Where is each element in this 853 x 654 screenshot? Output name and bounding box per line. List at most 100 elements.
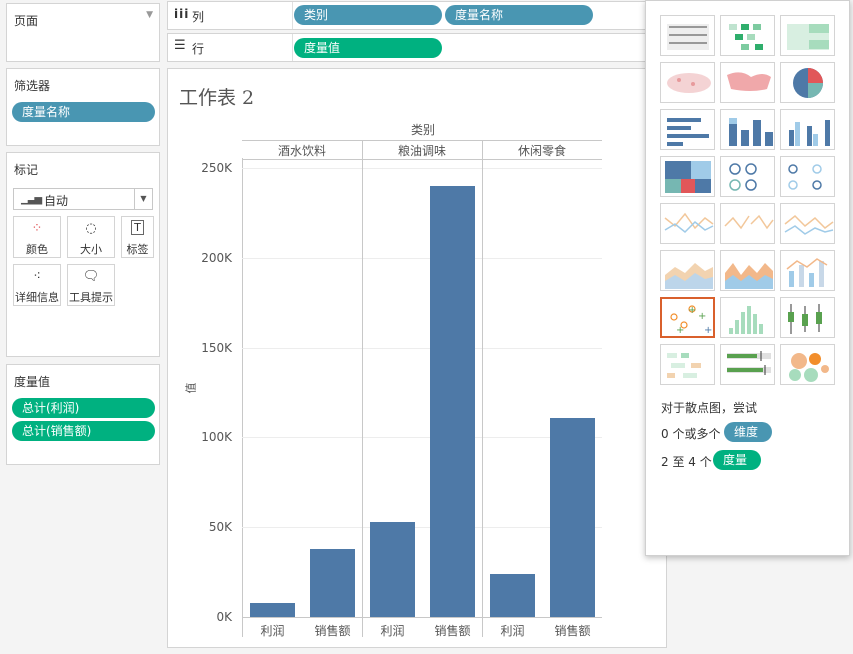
- bar-profit[interactable]: [490, 573, 535, 617]
- pie-chart-icon[interactable]: [780, 62, 835, 103]
- tooltip-label: 工具提示: [69, 291, 113, 304]
- group-header-label: 酒水饮料: [277, 144, 326, 158]
- filters-title: 筛选器: [14, 79, 51, 93]
- histogram-icon[interactable]: [720, 297, 775, 338]
- label-label: 标签: [126, 243, 149, 256]
- show-me-dimensions-text: 0 个或多个: [661, 427, 721, 441]
- color-button[interactable]: ⁘ 颜色: [13, 216, 61, 258]
- bar-sales[interactable]: [430, 185, 475, 617]
- bar-chart-icon: ▁▃▅: [21, 194, 42, 205]
- size-label: 大小: [80, 243, 102, 256]
- header-line: [242, 159, 602, 160]
- side-by-side-circle-icon[interactable]: [780, 156, 835, 197]
- column-header-category: 类别: [411, 123, 436, 137]
- group-separator: [482, 140, 483, 637]
- x-tick-label: 销售额: [314, 624, 351, 638]
- tooltip-icon: 🗨: [82, 269, 100, 284]
- chevron-down-icon[interactable]: ▼: [146, 10, 153, 20]
- x-tick-label: 利润: [260, 624, 285, 638]
- detail-label: 详细信息: [15, 291, 59, 304]
- filters-card: 筛选器 度量名称: [6, 68, 160, 146]
- treemap-icon[interactable]: [660, 156, 715, 197]
- detail-button[interactable]: ⁖ 详细信息: [13, 264, 61, 306]
- area-discrete-icon[interactable]: [720, 250, 775, 291]
- x-tick-label: 利润: [500, 624, 525, 638]
- show-me-dimensions-pill: 维度: [724, 422, 772, 442]
- gridline: [242, 168, 602, 169]
- chevron-down-icon: ▼: [134, 189, 152, 209]
- gridline: [242, 347, 602, 349]
- rows-pill-measure-values[interactable]: 度量值: [294, 38, 442, 58]
- stacked-bar-icon[interactable]: [720, 109, 775, 150]
- color-dots-icon: ⁘: [31, 221, 43, 236]
- gridline: [242, 257, 602, 259]
- horizontal-bar-icon[interactable]: [660, 109, 715, 150]
- show-me-panel: 对于散点图，尝试 0 个或多个 维度 2 至 4 个 度量 + + + +: [645, 0, 850, 556]
- show-me-measures-pill: 度量: [713, 450, 761, 470]
- svg-text:+: +: [676, 325, 684, 336]
- rows-icon: ☰: [174, 38, 186, 53]
- mark-type-value: 自动: [44, 194, 69, 208]
- svg-text:+: +: [704, 325, 712, 336]
- y-axis-line: [242, 158, 243, 637]
- heat-map-icon[interactable]: [720, 15, 775, 56]
- color-label: 颜色: [26, 243, 48, 256]
- bar-chart: 类别 值 0K 50K 100K 150K 200K 250K 酒水饮料 利润 销售额 粮油调味利…: [167, 68, 647, 648]
- group-header-label: 粮油调味: [397, 144, 446, 158]
- y-axis-label: 值: [184, 382, 198, 394]
- bar-sales[interactable]: [550, 417, 595, 617]
- scatter-plot-icon[interactable]: + + + +: [660, 297, 715, 338]
- x-tick-label: 利润: [380, 624, 405, 638]
- circle-view-icon[interactable]: [720, 156, 775, 197]
- side-by-side-bar-icon[interactable]: [780, 109, 835, 150]
- show-me-hint: 对于散点图，尝试: [661, 401, 758, 415]
- rows-label: 行: [192, 42, 205, 56]
- marks-title: 标记: [14, 163, 39, 177]
- columns-icon: iii: [174, 7, 190, 21]
- line-continuous-icon[interactable]: [660, 203, 715, 244]
- dual-combination-icon[interactable]: [780, 250, 835, 291]
- rows-shelf: ☰ 行 度量值: [167, 33, 667, 62]
- highlight-table-icon[interactable]: [780, 15, 835, 56]
- y-tick-label: 100K: [201, 430, 232, 445]
- shelf-divider: [292, 34, 293, 61]
- y-tick-label: 0K: [216, 610, 232, 624]
- size-button[interactable]: ◌ 大小: [67, 216, 115, 258]
- text-table-icon[interactable]: [660, 15, 715, 56]
- measure-values-title: 度量值: [14, 375, 51, 389]
- filter-pill-measure-names[interactable]: 度量名称: [12, 102, 155, 122]
- symbol-map-icon[interactable]: [660, 62, 715, 103]
- gantt-chart-icon[interactable]: [660, 344, 715, 385]
- measure-pill-profit[interactable]: 总计(利润): [12, 398, 155, 418]
- y-tick-label: 150K: [201, 340, 232, 355]
- area-continuous-icon[interactable]: [660, 250, 715, 291]
- x-tick-label: 销售额: [434, 624, 471, 638]
- bottom-axis-line: [242, 617, 602, 618]
- line-discrete-icon[interactable]: [720, 203, 775, 244]
- label-button[interactable]: T 标签: [121, 216, 154, 258]
- header-line: [242, 140, 602, 141]
- packed-bubbles-icon[interactable]: [780, 344, 835, 385]
- dual-line-icon[interactable]: [780, 203, 835, 244]
- columns-pill-measure-names[interactable]: 度量名称: [445, 5, 593, 25]
- bar-sales[interactable]: [310, 548, 355, 617]
- size-icon: ◌: [85, 221, 97, 236]
- y-tick-label: 250K: [201, 161, 232, 175]
- columns-pill-category[interactable]: 类别: [294, 5, 442, 25]
- columns-label: 列: [192, 10, 205, 24]
- measure-pill-sales[interactable]: 总计(销售额): [12, 421, 155, 441]
- bar-profit[interactable]: [370, 521, 415, 617]
- bullet-graph-icon[interactable]: [720, 344, 775, 385]
- gridline: [242, 527, 602, 529]
- filled-map-icon[interactable]: [720, 62, 775, 103]
- tooltip-button[interactable]: 🗨 工具提示: [67, 264, 115, 306]
- gridline: [242, 437, 602, 439]
- pages-card: 页面 ▼: [6, 3, 160, 62]
- box-plot-icon[interactable]: [780, 297, 835, 338]
- group-header-label: 休闲零食: [517, 144, 566, 158]
- mark-type-select[interactable]: ▁▃▅ 自动 ▼: [13, 188, 153, 210]
- bar-profit[interactable]: [250, 602, 295, 617]
- y-tick-label: 200K: [201, 250, 232, 265]
- columns-shelf: iii 列 类别 度量名称: [167, 1, 667, 30]
- measure-values-card: 度量值 总计(利润) 总计(销售额): [6, 364, 160, 465]
